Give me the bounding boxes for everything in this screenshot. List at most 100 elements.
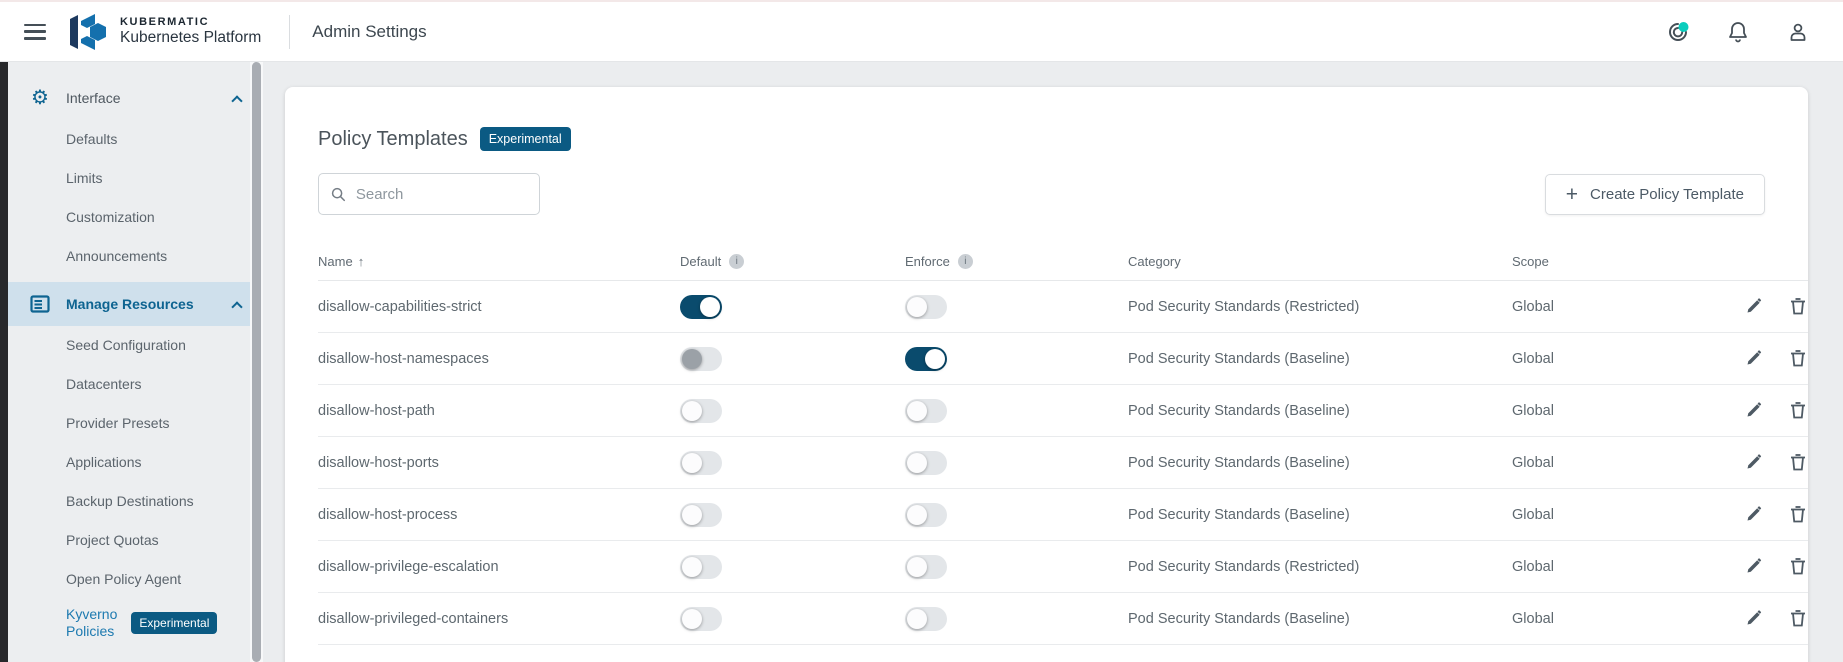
delete-trash-icon[interactable]: [1789, 557, 1807, 576]
default-toggle[interactable]: [680, 399, 722, 423]
edit-pencil-icon[interactable]: [1745, 453, 1763, 472]
sidebar-item-open-policy-agent[interactable]: Open Policy Agent: [8, 560, 263, 599]
policy-scope: Global: [1512, 559, 1745, 575]
delete-trash-icon[interactable]: [1789, 609, 1807, 628]
search-icon: [331, 186, 346, 203]
enforce-toggle[interactable]: [905, 295, 947, 319]
policy-name: disallow-privilege-escalation: [318, 559, 680, 575]
sidebar-group-manage-resources[interactable]: Manage Resources: [8, 282, 263, 326]
enforce-toggle[interactable]: [905, 347, 947, 371]
policy-scope: Global: [1512, 299, 1745, 315]
kubermatic-logo: KUBERMATIC Kubernetes Platform: [68, 13, 261, 51]
left-edge-strip: [0, 62, 8, 662]
edit-pencil-icon[interactable]: [1745, 505, 1763, 524]
sidebar-item-label: Project Quotas: [66, 532, 159, 549]
sidebar-item-label: Backup Destinations: [66, 493, 194, 510]
sidebar-group-label: Interface: [66, 90, 120, 106]
sidebar-item-label: Seed Configuration: [66, 337, 186, 354]
table-row: disallow-privileged-containers Pod Securi…: [318, 593, 1808, 645]
policy-name: disallow-privileged-containers: [318, 611, 680, 627]
sidebar-item-seed-configuration[interactable]: Seed Configuration: [8, 326, 263, 365]
changelog-icon[interactable]: [1665, 19, 1691, 45]
sidebar-item-label: Defaults: [66, 131, 117, 148]
delete-trash-icon[interactable]: [1789, 401, 1807, 420]
sidebar-item-label: Datacenters: [66, 376, 141, 393]
info-icon[interactable]: i: [958, 254, 973, 269]
notifications-bell-icon[interactable]: [1725, 19, 1751, 45]
create-policy-template-label: Create Policy Template: [1590, 186, 1744, 203]
brand-subtitle: Kubernetes Platform: [120, 29, 261, 47]
sidebar-item-project-quotas[interactable]: Project Quotas: [8, 521, 263, 560]
column-header-default: Default i: [680, 254, 905, 269]
sidebar-item-label: Provider Presets: [66, 415, 169, 432]
sidebar-item-customization[interactable]: Customization: [8, 198, 263, 237]
sidebar-item-backup-destinations[interactable]: Backup Destinations: [8, 482, 263, 521]
sidebar-scrollbar-track[interactable]: [250, 62, 263, 662]
sidebar-item-kyverno-policies[interactable]: KyvernoPolicies Experimental: [8, 599, 263, 647]
table-row: disallow-host-ports Pod Security Standard…: [318, 437, 1808, 489]
default-toggle[interactable]: [680, 503, 722, 527]
main-content: Policy Templates Experimental + Create P…: [263, 62, 1843, 662]
column-header-scope: Scope: [1512, 254, 1745, 269]
policy-scope: Global: [1512, 507, 1745, 523]
policy-name: disallow-host-ports: [318, 455, 680, 471]
default-toggle[interactable]: [680, 555, 722, 579]
sidebar-item-provider-presets[interactable]: Provider Presets: [8, 404, 263, 443]
default-toggle[interactable]: [680, 607, 722, 631]
delete-trash-icon[interactable]: [1789, 297, 1807, 316]
header-divider: [289, 15, 290, 49]
experimental-badge: Experimental: [131, 612, 217, 634]
policy-scope: Global: [1512, 351, 1745, 367]
plus-icon: +: [1566, 184, 1578, 205]
sidebar-item-label: Customization: [66, 209, 155, 226]
kubermatic-logo-icon: [68, 13, 108, 51]
sidebar-item-label: Applications: [66, 454, 142, 471]
table-row: disallow-host-processPod Security Standa…: [318, 489, 1808, 541]
sidebar-item-defaults[interactable]: Defaults: [8, 120, 263, 159]
sidebar-item-limits[interactable]: Limits: [8, 159, 263, 198]
enforce-toggle[interactable]: [905, 555, 947, 579]
user-account-icon[interactable]: [1785, 19, 1811, 45]
sidebar-item-datacenters[interactable]: Datacenters: [8, 365, 263, 404]
policy-category: Pod Security Standards (Baseline): [1128, 351, 1512, 367]
sidebar-item-label: Limits: [66, 170, 103, 187]
delete-trash-icon[interactable]: [1789, 349, 1807, 368]
sidebar-group-interface[interactable]: ⚙ Interface: [8, 76, 263, 120]
edit-pencil-icon[interactable]: [1745, 557, 1763, 576]
search-box[interactable]: [318, 173, 540, 215]
sidebar-group-interface-wrap: ⚙ Interface Defaults Limits Customization A…: [8, 76, 263, 276]
sidebar-item-announcements[interactable]: Announcements: [8, 237, 263, 276]
policy-category: Pod Security Standards (Baseline): [1128, 611, 1512, 627]
gear-icon: ⚙: [28, 88, 52, 108]
column-header-enforce: Enforce i: [905, 254, 1128, 269]
default-toggle[interactable]: [680, 347, 722, 371]
sidebar-item-label: Announcements: [66, 248, 167, 265]
column-header-name[interactable]: Name ↑: [318, 254, 680, 269]
sidebar-item-label: KyvernoPolicies: [66, 606, 117, 640]
sidebar-scrollbar-thumb[interactable]: [252, 62, 261, 662]
edit-pencil-icon[interactable]: [1745, 609, 1763, 628]
table-row: disallow-host-namespacesPod Security Sta…: [318, 333, 1808, 385]
create-policy-template-button[interactable]: + Create Policy Template: [1545, 174, 1765, 215]
info-icon[interactable]: i: [729, 254, 744, 269]
sidebar-item-applications[interactable]: Applications: [8, 443, 263, 482]
edit-pencil-icon[interactable]: [1745, 349, 1763, 368]
delete-trash-icon[interactable]: [1789, 453, 1807, 472]
enforce-toggle[interactable]: [905, 503, 947, 527]
policy-scope: Global: [1512, 455, 1745, 471]
hamburger-menu-icon[interactable]: [24, 24, 46, 40]
policy-category: Pod Security Standards (Baseline): [1128, 455, 1512, 471]
default-toggle[interactable]: [680, 295, 722, 319]
enforce-toggle[interactable]: [905, 399, 947, 423]
sidebar-group-manage-resources-wrap: Manage Resources Seed Configuration Datac…: [8, 282, 263, 647]
default-toggle[interactable]: [680, 451, 722, 475]
search-input[interactable]: [356, 186, 527, 203]
enforce-toggle[interactable]: [905, 451, 947, 475]
edit-pencil-icon[interactable]: [1745, 297, 1763, 316]
column-header-category: Category: [1128, 254, 1512, 269]
edit-pencil-icon[interactable]: [1745, 401, 1763, 420]
policy-category: Pod Security Standards (Restricted): [1128, 559, 1512, 575]
enforce-toggle[interactable]: [905, 607, 947, 631]
delete-trash-icon[interactable]: [1789, 505, 1807, 524]
page-title: Admin Settings: [312, 22, 426, 42]
